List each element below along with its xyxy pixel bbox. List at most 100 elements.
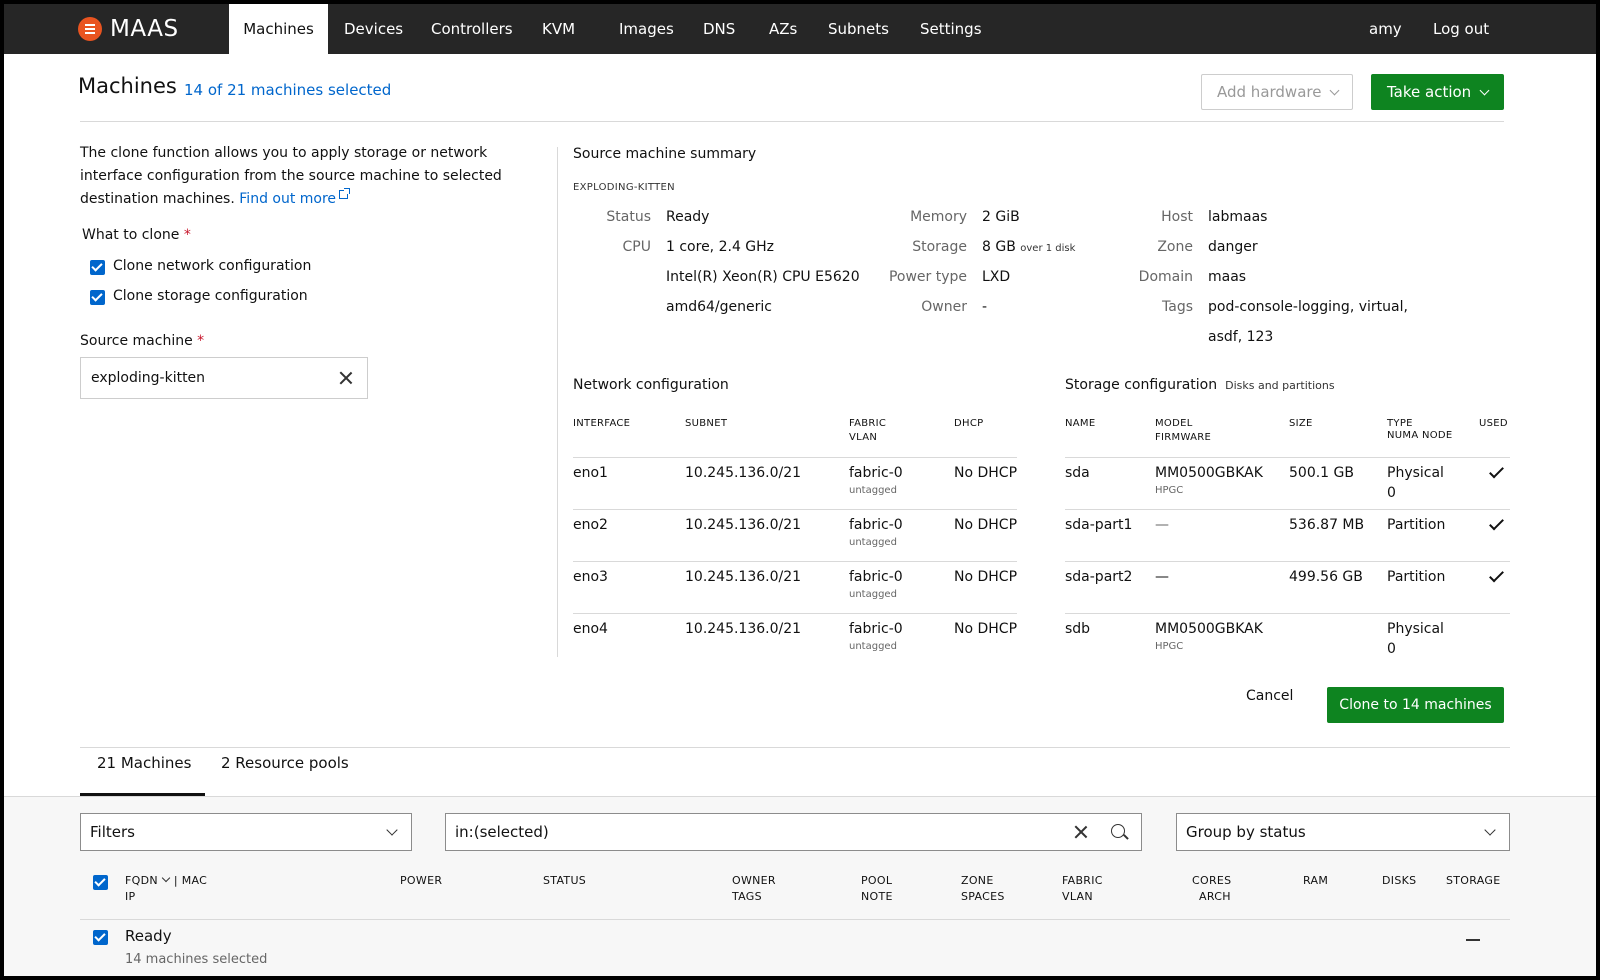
what-to-clone-label: What to clone * bbox=[82, 227, 191, 243]
network-config-title: Network configuration bbox=[573, 377, 729, 393]
clone-network-checkbox[interactable] bbox=[90, 260, 105, 275]
chevron-down-icon bbox=[386, 824, 398, 836]
storage-type: Physical bbox=[1387, 621, 1444, 637]
network-interface: eno3 bbox=[573, 569, 608, 585]
host-value: labmaas bbox=[1208, 209, 1268, 225]
storage-model: — bbox=[1155, 569, 1169, 585]
search-input[interactable]: in:(selected) bbox=[445, 813, 1142, 851]
storage-name: sda-part2 bbox=[1065, 569, 1133, 585]
status-key: Status bbox=[606, 209, 651, 225]
col-tags[interactable]: TAGS bbox=[732, 889, 762, 905]
maas-logo-icon bbox=[78, 17, 102, 41]
storage-size: 536.87 MB bbox=[1289, 517, 1365, 533]
add-hardware-button[interactable]: Add hardware bbox=[1201, 74, 1353, 110]
nav-kvm[interactable]: KVM bbox=[526, 4, 591, 54]
required-mark: * bbox=[183, 227, 191, 243]
select-all-checkbox[interactable] bbox=[93, 875, 108, 890]
nav-dns[interactable]: DNS bbox=[687, 4, 751, 54]
brand-name: MAAS bbox=[110, 16, 179, 42]
selected-count-link[interactable]: 14 of 21 machines selected bbox=[184, 81, 391, 99]
nav-images[interactable]: Images bbox=[603, 4, 690, 54]
list-header-divider bbox=[80, 919, 1510, 920]
group-ready-title: Ready bbox=[125, 927, 172, 945]
header-divider bbox=[80, 121, 1504, 122]
zone-value: danger bbox=[1208, 239, 1258, 255]
col-spaces[interactable]: SPACES bbox=[961, 889, 1005, 905]
nav-logout[interactable]: Log out bbox=[1417, 4, 1505, 54]
clone-storage-checkbox[interactable] bbox=[90, 290, 105, 305]
nav-azs[interactable]: AZs bbox=[753, 4, 813, 54]
nav-devices[interactable]: Devices bbox=[328, 4, 419, 54]
storage-header-divider bbox=[1065, 457, 1510, 458]
clone-network-label[interactable]: Clone network configuration bbox=[113, 258, 311, 274]
required-mark: * bbox=[197, 333, 205, 349]
source-machine-input[interactable]: exploding-kitten bbox=[80, 357, 368, 399]
storage-config-title: Storage configuration Disks and partition… bbox=[1065, 377, 1335, 393]
nav-subnets[interactable]: Subnets bbox=[812, 4, 905, 54]
nav-machines[interactable]: Machines bbox=[229, 4, 328, 54]
col-zone[interactable]: ZONE bbox=[961, 873, 994, 889]
nav-user[interactable]: amy bbox=[1353, 4, 1418, 54]
sort-chevron-icon bbox=[161, 873, 171, 883]
collapse-group-icon[interactable] bbox=[1466, 939, 1480, 941]
cpu-model: Intel(R) Xeon(R) CPU E5620 bbox=[666, 269, 860, 285]
row-divider bbox=[573, 561, 1017, 562]
tags-value-line2: asdf, 123 bbox=[1208, 329, 1274, 345]
col-fqdn[interactable]: FQDN | MAC bbox=[125, 873, 207, 889]
col-arch[interactable]: ARCH bbox=[1199, 889, 1231, 905]
storage-name: sdb bbox=[1065, 621, 1091, 637]
network-col-subnet: SUBNET bbox=[685, 418, 728, 429]
domain-value: maas bbox=[1208, 269, 1247, 285]
storage-key: Storage bbox=[912, 239, 967, 255]
nav-settings[interactable]: Settings bbox=[904, 4, 998, 54]
col-power[interactable]: POWER bbox=[400, 873, 442, 889]
chevron-down-icon bbox=[1484, 824, 1496, 836]
group-ready-checkbox[interactable] bbox=[93, 930, 108, 945]
col-ram[interactable]: RAM bbox=[1303, 873, 1328, 889]
tags-key: Tags bbox=[1162, 299, 1193, 315]
col-status[interactable]: STATUS bbox=[543, 873, 586, 889]
maas-logo[interactable]: MAAS bbox=[78, 16, 179, 42]
storage-config-title-text: Storage configuration bbox=[1065, 377, 1218, 393]
clone-button[interactable]: Clone to 14 machines bbox=[1327, 687, 1504, 723]
network-vlan: untagged bbox=[849, 537, 897, 548]
section-divider bbox=[80, 747, 1510, 748]
network-subnet: 10.245.136.0/21 bbox=[685, 621, 802, 637]
clone-storage-label[interactable]: Clone storage configuration bbox=[113, 288, 308, 304]
find-out-more-link[interactable]: Find out more bbox=[239, 188, 351, 207]
col-pool[interactable]: POOL bbox=[861, 873, 892, 889]
storage-value: 8 GB over 1 disk bbox=[982, 239, 1075, 255]
row-divider bbox=[573, 613, 1017, 614]
storage-size: 500.1 GB bbox=[1289, 465, 1354, 481]
search-icon[interactable] bbox=[1111, 824, 1125, 838]
cancel-button[interactable]: Cancel bbox=[1246, 688, 1293, 704]
col-vlan[interactable]: VLAN bbox=[1062, 889, 1093, 905]
network-col-fabric: FABRIC bbox=[849, 418, 887, 429]
col-mac-label: | MAC bbox=[173, 874, 208, 887]
storage-firmware: HPGC bbox=[1155, 485, 1184, 496]
col-fqdn-label: FQDN bbox=[125, 874, 158, 887]
col-note[interactable]: NOTE bbox=[861, 889, 893, 905]
take-action-button[interactable]: Take action bbox=[1371, 74, 1504, 110]
storage-col-model: MODEL bbox=[1155, 418, 1193, 429]
top-navigation: MAAS Machines Devices Controllers KVM Im… bbox=[4, 4, 1596, 54]
clear-source-icon[interactable] bbox=[339, 371, 353, 385]
storage-type: Physical bbox=[1387, 465, 1444, 481]
clear-search-icon[interactable] bbox=[1074, 825, 1088, 839]
tab-machines[interactable]: 21 Machines bbox=[97, 754, 191, 772]
row-divider bbox=[573, 509, 1017, 510]
row-divider bbox=[1065, 613, 1510, 614]
col-ip[interactable]: IP bbox=[125, 889, 135, 905]
col-cores[interactable]: CORES bbox=[1192, 873, 1231, 889]
nav-controllers[interactable]: Controllers bbox=[415, 4, 529, 54]
col-storage[interactable]: STORAGE bbox=[1446, 873, 1500, 889]
col-owner[interactable]: OWNER bbox=[732, 873, 776, 889]
network-col-interface: INTERFACE bbox=[573, 418, 631, 429]
col-disks[interactable]: DISKS bbox=[1382, 873, 1416, 889]
source-hostname: EXPLODING-KITTEN bbox=[573, 182, 675, 193]
group-by-dropdown[interactable]: Group by status bbox=[1176, 813, 1510, 851]
col-fabric[interactable]: FABRIC bbox=[1062, 873, 1103, 889]
filters-dropdown[interactable]: Filters bbox=[80, 813, 412, 851]
network-dhcp: No DHCP bbox=[954, 569, 1018, 585]
tab-resource-pools[interactable]: 2 Resource pools bbox=[221, 754, 349, 772]
